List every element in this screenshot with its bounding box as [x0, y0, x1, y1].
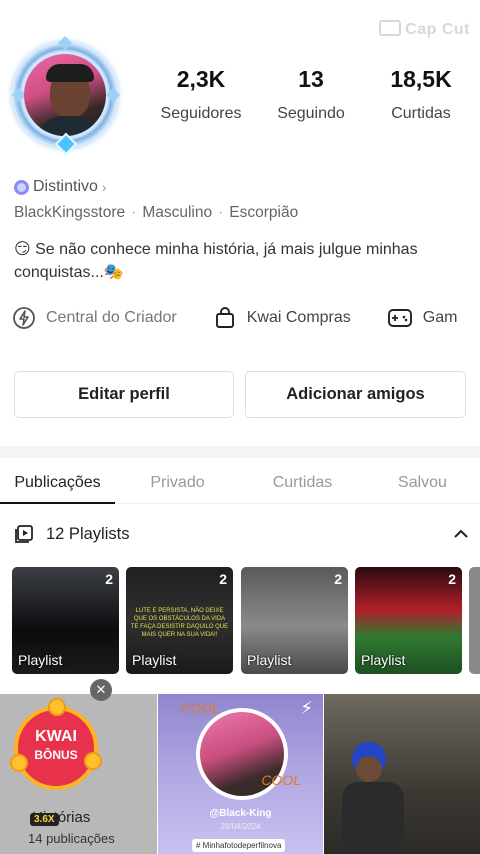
playlist-count: 2	[334, 571, 342, 587]
profile-stats: 2,3K Seguidores 13 Seguindo 18,5K Curtid…	[146, 66, 480, 123]
followers-stat[interactable]: 2,3K Seguidores	[146, 66, 256, 123]
playlist-label: Playlist	[18, 652, 63, 668]
playlist-count: 2	[105, 571, 113, 587]
gamepad-icon	[387, 309, 412, 327]
tab-likes[interactable]: Curtidas	[240, 458, 365, 503]
active-tab-indicator	[0, 502, 115, 504]
playlists-title: 12 Playlists	[46, 524, 130, 543]
gender: Masculino	[142, 204, 213, 221]
lightning-icon	[13, 307, 35, 329]
username: BlackKingsstore	[14, 204, 126, 221]
capcut-icon	[379, 20, 402, 36]
badge-icon	[14, 179, 29, 195]
shopping-bag-icon	[215, 307, 234, 328]
stories-ad-cell[interactable]: KWAI BÔNUS Histórias 3.6X 14 publicações	[0, 694, 157, 854]
bio: 😏 Se não conhece minha história, já mais…	[14, 241, 418, 281]
chevron-up-icon[interactable]	[454, 526, 468, 542]
section-divider	[0, 446, 480, 458]
followers-label: Seguidores	[160, 105, 242, 122]
playlist-card[interactable]: 2 Playlist	[12, 567, 119, 674]
shortcuts-row: Central do Criador Kwai Compras Gam	[12, 306, 480, 330]
playlist-label: Playlist	[361, 652, 406, 668]
playlist-card[interactable]: 2 LUTE E PERSISTA, NÃO DEIXE QUE OS OBST…	[126, 567, 233, 674]
playlists-carousel: 2 Playlist 2 LUTE E PERSISTA, NÃO DEIXE …	[12, 567, 480, 674]
playlist-card[interactable]: 2 Playlist	[241, 567, 348, 674]
games-label: Gam	[422, 309, 458, 326]
capcut-watermark: Cap Cut	[379, 20, 470, 39]
avatar-photo	[24, 54, 106, 136]
coin-icon	[84, 752, 102, 770]
post-handle: @Black-King	[209, 808, 272, 819]
person-body	[342, 782, 404, 854]
kwai-shopping-label: Kwai Compras	[246, 309, 351, 326]
following-label: Seguindo	[277, 105, 345, 122]
likes-stat[interactable]: 18,5K Curtidas	[366, 66, 476, 123]
bonus-line1: KWAI	[35, 728, 77, 745]
edit-profile-button[interactable]: Editar perfil	[14, 371, 234, 418]
kwai-shopping-shortcut[interactable]: Kwai Compras	[213, 306, 351, 330]
following-count: 13	[298, 66, 324, 92]
playlist-count: 2	[448, 571, 456, 587]
games-shortcut[interactable]: Gam	[387, 306, 458, 330]
posts-grid: KWAI BÔNUS Histórias 3.6X 14 publicações…	[0, 694, 480, 854]
playlist-card-partial[interactable]	[469, 567, 480, 674]
followers-count: 2,3K	[176, 66, 226, 92]
coin-icon	[10, 754, 28, 772]
profile-tabs: Publicações Privado Curtidas Salvou	[0, 458, 480, 504]
likes-count: 18,5K	[390, 66, 452, 92]
close-icon[interactable]: ✕	[90, 679, 112, 701]
playlist-card[interactable]: 2 Playlist	[355, 567, 462, 674]
playlist-count: 2	[219, 571, 227, 587]
watermark-text: Cap Cut	[405, 21, 470, 38]
chevron-right-icon: ›	[101, 179, 107, 195]
stories-count: 14 publicações	[28, 831, 115, 846]
creator-center-label: Central do Criador	[46, 309, 177, 326]
tab-publications[interactable]: Publicações	[0, 458, 115, 503]
playlist-icon	[15, 525, 33, 543]
add-friends-button[interactable]: Adicionar amigos	[245, 371, 466, 418]
profile-info: BlackKingsstore · Masculino · Escorpião	[14, 204, 299, 221]
person-face	[356, 756, 382, 782]
post-date: 28/04/2024	[220, 822, 261, 831]
lightning-icon: ⚡	[300, 698, 313, 718]
creator-center-shortcut[interactable]: Central do Criador	[12, 306, 177, 330]
badge-link[interactable]: Distintivo ›	[14, 178, 107, 196]
bonus-line2: BÔNUS	[34, 748, 78, 762]
post-thumbnail[interactable]	[324, 694, 480, 854]
following-stat[interactable]: 13 Seguindo	[256, 66, 366, 123]
coin-icon	[48, 698, 66, 716]
cool-sticker: COOL	[261, 772, 301, 788]
cool-sticker: COOL	[180, 700, 220, 716]
post-hashtag: # Minhafotodeperfilnova	[192, 839, 286, 852]
avatar[interactable]	[11, 35, 121, 156]
playlist-caption: LUTE E PERSISTA, NÃO DEIXE QUE OS OBSTÁC…	[130, 608, 229, 638]
post-thumbnail[interactable]: COOL ⚡ COOL @Black-King 28/04/2024 # Min…	[158, 694, 323, 854]
kwai-bonus-badge: KWAI BÔNUS	[14, 706, 98, 790]
playlist-label: Playlist	[132, 652, 177, 668]
playlist-label: Playlist	[247, 652, 292, 668]
speed-chip: 3.6X	[30, 813, 59, 826]
playlists-header[interactable]: 12 Playlists	[14, 524, 468, 544]
zodiac-sign: Escorpião	[229, 204, 299, 221]
tab-saved[interactable]: Salvou	[365, 458, 480, 503]
tab-private[interactable]: Privado	[115, 458, 240, 503]
badge-label: Distintivo	[33, 178, 98, 195]
likes-label: Curtidas	[391, 105, 451, 122]
